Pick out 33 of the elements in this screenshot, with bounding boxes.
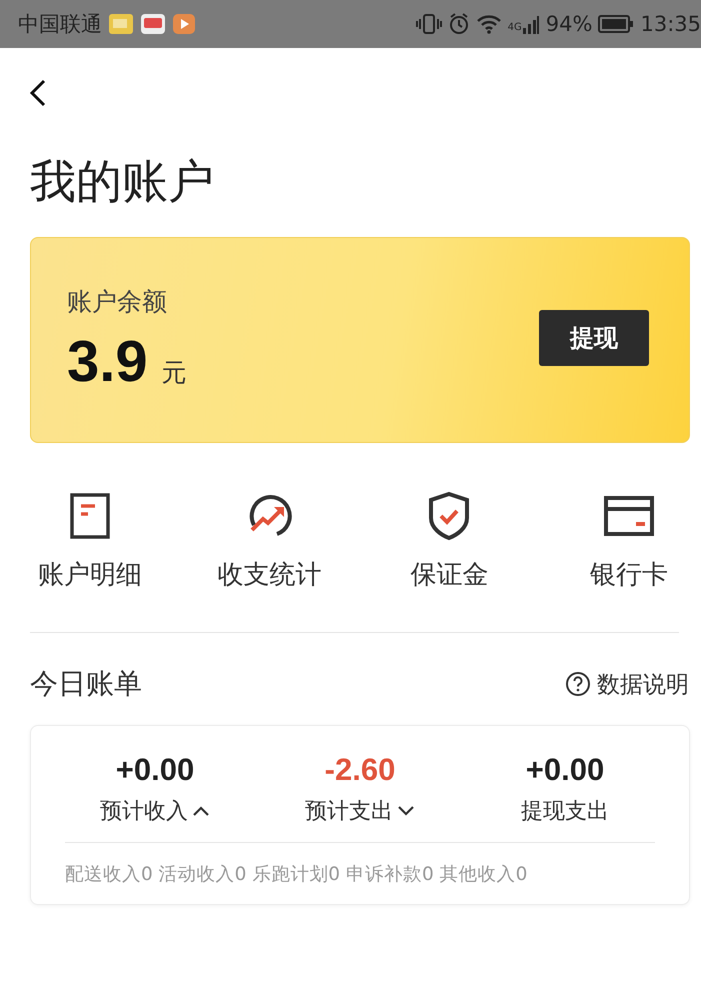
app-notification-icon [140,13,166,35]
shortcut-button[interactable]: 账户明细 [30,491,150,592]
app-notification-icon [108,13,134,35]
help-link[interactable]: 数据说明 [565,668,689,700]
shortcut-button[interactable]: 保证金 [389,491,510,592]
signal-icon [522,13,540,35]
withdraw-button[interactable]: 提现 [539,310,649,366]
shortcut-button[interactable]: 银行卡 [568,491,689,592]
battery-icon [598,14,634,34]
amount-value: -2.60 [324,752,396,788]
shield-check-icon [427,491,472,542]
page-title: 我的账户 [30,154,215,210]
currency-unit: 元 [162,357,187,390]
wifi-icon [476,13,502,35]
play-icon [172,13,196,35]
clock: 13:35 [640,12,701,36]
vibrate-icon [416,13,442,35]
stat-label: 提现支出 [521,798,609,826]
alarm-icon [448,13,470,35]
amount-value: +0.00 [526,752,604,788]
battery-percent: 94% [546,12,592,36]
balance-amount: 3.9 [67,328,148,396]
section-title: 今日账单 [30,666,142,702]
network-label: 4G [508,22,522,33]
help-icon [565,671,591,698]
amount-value: +0.00 [116,752,194,788]
document-icon [70,491,110,542]
stat-toggle[interactable]: 预计收入 [100,796,210,826]
balance-label: 账户余额 [67,286,168,318]
carrier-name: 中国联通 [18,11,102,38]
stat-toggle[interactable]: 预计支出 [305,796,415,826]
income-breakdown: 配送收入0 活动收入0 乐跑计划0 申诉补款0 其他收入0 [65,863,528,886]
shortcut-button[interactable]: 收支统计 [210,491,330,592]
